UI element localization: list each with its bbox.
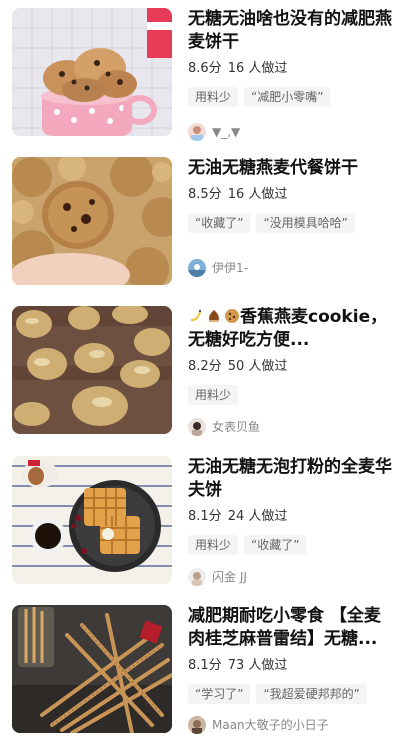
recipe-thumbnail[interactable] [12, 456, 172, 584]
tag-list: 用料少 “收藏了” [188, 534, 393, 556]
recipe-title[interactable]: 香蕉燕麦cookie，无糖好吃方便... [188, 306, 393, 352]
tag[interactable]: “收藏了” [188, 213, 251, 233]
recipe-card[interactable]: 无糖无油啥也没有的减肥燕麦饼干 8.6分 16 人做过 用料少 “减肥小零嘴” ▼_… [0, 8, 400, 156]
tag[interactable]: “没用模具哈哈” [256, 213, 355, 233]
made-count: 16 人做过 [227, 187, 288, 202]
chestnut-icon [209, 310, 219, 322]
tag[interactable]: 用料少 [188, 87, 239, 107]
avatar [188, 259, 206, 277]
made-count: 16 人做过 [227, 61, 288, 76]
author[interactable]: Maan大敬子的小日子 [188, 715, 329, 735]
made-count: 50 人做过 [227, 359, 288, 374]
title-emojis [188, 308, 240, 324]
recipe-card[interactable]: 无油无糖无泡打粉的全麦华夫饼 8.1分 24 人做过 用料少 “收藏了” 闪金 JJ [0, 456, 400, 604]
recipe-thumbnail[interactable] [12, 605, 172, 733]
avatar [188, 568, 206, 586]
author-name: ▼_,▼ [212, 125, 241, 139]
avatar [188, 418, 206, 436]
author[interactable]: ▼_,▼ [188, 122, 240, 142]
tag-list: 用料少 [188, 384, 393, 406]
rating: 8.6分 [188, 61, 222, 76]
author-name: Maan大敬子的小日子 [212, 718, 329, 732]
recipe-list: 无糖无油啥也没有的减肥燕麦饼干 8.6分 16 人做过 用料少 “减肥小零嘴” ▼_… [0, 0, 400, 739]
recipe-thumbnail[interactable] [12, 157, 172, 285]
tag-list: 用料少 “减肥小零嘴” [188, 86, 393, 108]
tag-list: “收藏了” “没用模具哈哈” [188, 212, 393, 234]
rating: 8.2分 [188, 359, 222, 374]
author-name: 闪金 JJ [212, 570, 247, 584]
author-name: 女表贝鱼 [212, 420, 261, 434]
made-count: 73 人做过 [227, 658, 288, 673]
tag[interactable]: “学习了” [188, 684, 251, 704]
tag[interactable]: 用料少 [188, 385, 239, 405]
recipe-title[interactable]: 无油无糖无泡打粉的全麦华夫饼 [188, 456, 393, 502]
tag[interactable]: “收藏了” [244, 535, 307, 555]
tag[interactable]: “减肥小零嘴” [244, 87, 331, 107]
author[interactable]: 闪金 JJ [188, 567, 247, 587]
author[interactable]: 伊伊1- [188, 258, 248, 278]
rating: 8.1分 [188, 658, 222, 673]
recipe-title[interactable]: 无油无糖燕麦代餐饼干 [188, 157, 393, 180]
recipe-title[interactable]: 无糖无油啥也没有的减肥燕麦饼干 [188, 8, 393, 54]
made-count: 24 人做过 [227, 509, 288, 524]
recipe-thumbnail[interactable] [12, 306, 172, 434]
cookie-icon [225, 309, 239, 323]
author[interactable]: 女表贝鱼 [188, 417, 260, 437]
tag[interactable]: “我超爱硬邦邦的” [256, 684, 367, 704]
author-name: 伊伊1- [212, 261, 248, 275]
recipe-meta: 8.1分 73 人做过 [188, 657, 393, 675]
tag-list: “学习了” “我超爱硬邦邦的” [188, 683, 393, 705]
recipe-card[interactable]: 香蕉燕麦cookie，无糖好吃方便... 8.2分 50 人做过 用料少 女表贝鱼 [0, 306, 400, 454]
avatar [188, 123, 206, 141]
banana-icon [191, 310, 201, 322]
avatar [188, 716, 206, 734]
recipe-meta: 8.1分 24 人做过 [188, 508, 393, 526]
recipe-thumbnail[interactable] [12, 8, 172, 136]
recipe-meta: 8.6分 16 人做过 [188, 60, 393, 78]
rating: 8.5分 [188, 187, 222, 202]
rating: 8.1分 [188, 509, 222, 524]
tag[interactable]: 用料少 [188, 535, 239, 555]
recipe-card[interactable]: 减肥期耐吃小零食 【全麦肉桂芝麻普雷结】无糖... 8.1分 73 人做过 “学习… [0, 605, 400, 753]
recipe-meta: 8.5分 16 人做过 [188, 186, 393, 204]
recipe-title[interactable]: 减肥期耐吃小零食 【全麦肉桂芝麻普雷结】无糖... [188, 605, 393, 651]
recipe-meta: 8.2分 50 人做过 [188, 358, 393, 376]
recipe-card[interactable]: 无油无糖燕麦代餐饼干 8.5分 16 人做过 “收藏了” “没用模具哈哈” 伊伊1- [0, 157, 400, 305]
